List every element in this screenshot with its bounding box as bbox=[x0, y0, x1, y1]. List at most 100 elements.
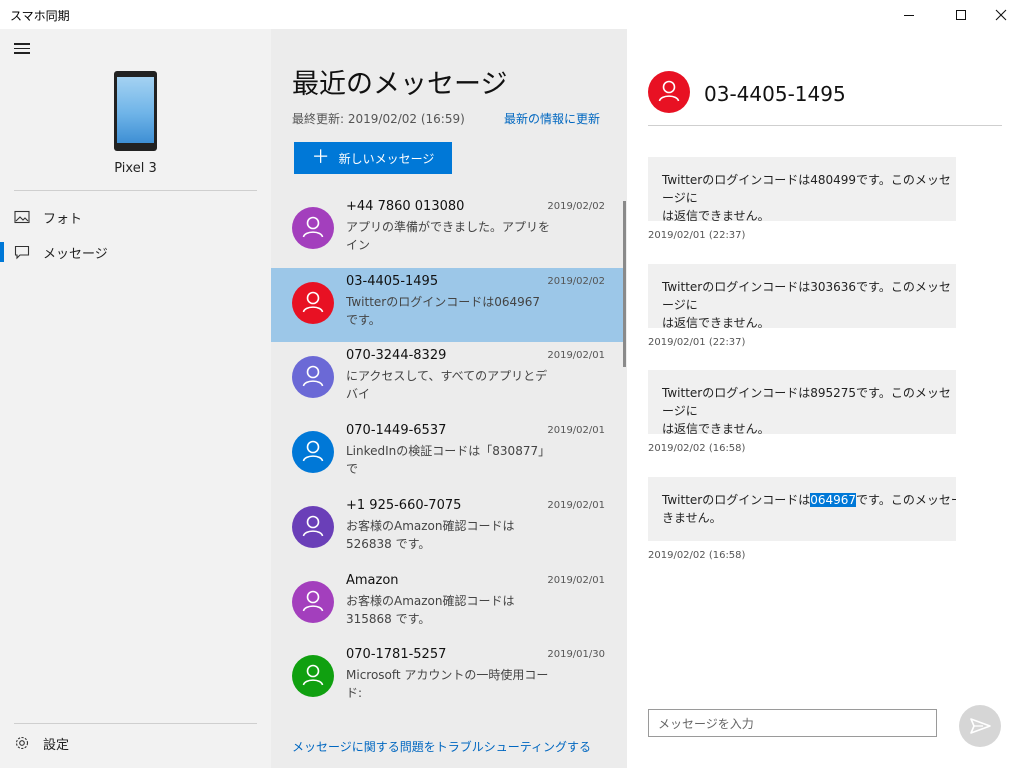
message-timestamp: 2019/02/02 (16:58) bbox=[648, 550, 746, 561]
message-bubble[interactable]: Twitterのログインコードは895275です。このメッセージに は返信できま… bbox=[648, 370, 956, 434]
message-text: Twitterのログインコードは895275です。このメッセージに bbox=[662, 386, 951, 418]
maximize-icon bbox=[956, 9, 966, 20]
settings-label: 設定 bbox=[43, 738, 70, 753]
scrollbar[interactable] bbox=[623, 201, 626, 367]
conversation-item[interactable]: +1 925-660-7075 2019/02/01 お客様のAmazon確認コード… bbox=[271, 492, 623, 566]
conversation-date: 2019/01/30 bbox=[547, 649, 605, 661]
message-text: Twitterのログインコードは480499です。このメッセージに bbox=[662, 173, 951, 205]
sidebar-bottom-divider bbox=[14, 723, 257, 724]
conversation-preview: お客様のAmazon確認コードは 315868 です。 bbox=[346, 593, 515, 626]
plus-icon: ＋ bbox=[311, 147, 330, 168]
conversation-item[interactable]: 070-1781-5257 2019/01/30 Microsoft アカウントの一… bbox=[271, 641, 623, 715]
send-button[interactable] bbox=[959, 705, 1001, 747]
minimize-icon bbox=[904, 14, 914, 16]
person-icon bbox=[658, 80, 680, 102]
selection-indicator bbox=[0, 242, 4, 262]
conversation-date: 2019/02/02 bbox=[547, 201, 605, 212]
contact-avatar bbox=[648, 71, 690, 113]
conversation-preview: アプリの準備ができました。アプリをイン ストールし、サインインしてスマートフォン… bbox=[346, 220, 551, 252]
person-icon bbox=[302, 291, 324, 313]
conversation-item[interactable]: 03-4405-1495 2019/02/02 Twitterのログインコードは06… bbox=[271, 267, 623, 342]
troubleshoot-link[interactable]: メッセージに関する問題をトラブルシューティングする bbox=[292, 738, 591, 755]
new-message-label: 新しいメッセージ bbox=[338, 151, 435, 166]
conversation-name: Amazon bbox=[346, 572, 399, 588]
message-text-part: です。このメッセージには返 bbox=[856, 493, 956, 507]
person-icon bbox=[302, 515, 324, 537]
avatar bbox=[292, 655, 334, 698]
sidebar: Pixel 3 フォト メッセージ 設定 bbox=[0, 29, 271, 768]
send-icon bbox=[970, 718, 991, 734]
conversation-item[interactable]: 070-1449-6537 2019/02/01 LinkedInの検証コードは「8… bbox=[271, 417, 623, 491]
message-bubble[interactable]: Twitterのログインコードは303636です。このメッセージに は返信できま… bbox=[648, 264, 956, 328]
avatar bbox=[292, 356, 334, 399]
messages-list-pane: 最近のメッセージ 最終更新: 2019/02/02 (16:59) 最新の情報に… bbox=[271, 29, 627, 768]
conversation-preview: LinkedInの検証コードは「830877」で す。 bbox=[346, 444, 551, 477]
avatar bbox=[292, 505, 334, 548]
person-icon bbox=[302, 440, 324, 462]
sidebar-divider bbox=[14, 190, 257, 191]
close-icon bbox=[995, 9, 1007, 20]
sidebar-item-label: メッセージ bbox=[43, 247, 108, 262]
conversation-preview: にアクセスして、すべてのアプリとデバイ ス (Xbox や携帯電話など) を 2… bbox=[346, 369, 548, 402]
page-title: 最近のメッセージ bbox=[292, 69, 508, 100]
conversation-date: 2019/02/01 bbox=[547, 350, 605, 362]
new-message-button[interactable]: ＋ 新しいメッセージ bbox=[294, 142, 452, 174]
title-bar: スマホ同期 bbox=[0, 0, 1024, 29]
message-timestamp: 2019/02/02 (16:58) bbox=[648, 443, 746, 454]
message-timestamp: 2019/02/01 (22:37) bbox=[648, 230, 746, 241]
message-input[interactable]: メッセージを入力 bbox=[648, 709, 937, 737]
conversation-name: +1 925-660-7075 bbox=[346, 497, 462, 513]
window-title: スマホ同期 bbox=[10, 9, 70, 23]
conversation-preview: Twitterのログインコードは064967です。 このメッセージには返信できま… bbox=[346, 294, 541, 327]
conversation-item[interactable]: 070-3244-8329 2019/02/01 にアクセスして、すべてのアプリと… bbox=[271, 342, 623, 416]
header-divider bbox=[648, 125, 1002, 126]
message-bubble[interactable]: Twitterのログインコードは064967です。このメッセージには返 きません… bbox=[648, 477, 956, 541]
message-text: は返信できません。 bbox=[662, 316, 770, 328]
message-text: Twitterのログインコードは064967です。このメッセージには返 bbox=[662, 491, 956, 509]
message-timestamp: 2019/02/01 (22:37) bbox=[648, 337, 746, 348]
last-updated-text: 最終更新: 2019/02/02 (16:59) bbox=[292, 112, 465, 126]
sidebar-item-settings[interactable]: 設定 bbox=[0, 725, 271, 761]
conversation-date: 2019/02/01 bbox=[547, 574, 605, 586]
person-icon bbox=[302, 590, 324, 611]
conversation-name: 070-1449-6537 bbox=[346, 423, 447, 439]
message-text: きません。 bbox=[662, 511, 722, 525]
person-icon bbox=[302, 216, 324, 238]
conversation-name: +44 7860 013080 bbox=[346, 199, 465, 214]
conversation-item[interactable]: +44 7860 013080 2019/02/02 アプリの準備ができました。アプ… bbox=[271, 193, 623, 267]
conversation-preview: お客様のAmazon確認コードは 526838 です。 bbox=[346, 518, 515, 551]
minimize-button[interactable] bbox=[886, 0, 932, 29]
person-icon bbox=[302, 664, 324, 686]
selected-text: 064967 bbox=[810, 493, 857, 507]
phone-image bbox=[114, 71, 157, 151]
refresh-link[interactable]: 最新の情報に更新 bbox=[504, 110, 600, 127]
message-text: Twitterのログインコードは303636です。このメッセージに bbox=[662, 280, 951, 312]
conversation-name: 070-1781-5257 bbox=[346, 647, 447, 663]
message-text: は返信できません。 bbox=[662, 209, 770, 221]
hamburger-menu-icon[interactable] bbox=[14, 43, 30, 55]
person-icon bbox=[302, 366, 324, 387]
avatar bbox=[292, 281, 334, 324]
conversation-date: 2019/02/01 bbox=[547, 499, 605, 511]
conversation-name: 070-3244-8329 bbox=[346, 348, 447, 364]
message-text-part: Twitterのログインコードは bbox=[662, 493, 811, 507]
conversation-item[interactable]: Amazon 2019/02/01 お客様のAmazon確認コードは 315868 … bbox=[271, 567, 623, 641]
message-icon bbox=[14, 244, 30, 260]
message-text: は返信できません。 bbox=[662, 422, 770, 434]
device-name: Pixel 3 bbox=[114, 161, 157, 176]
conversation-date: 2019/02/01 bbox=[547, 425, 605, 437]
conversation-preview: Microsoft アカウントの一時使用コード: 6899263 bbox=[346, 668, 549, 701]
sidebar-item-photos[interactable]: フォト bbox=[0, 199, 271, 235]
conversation-date: 2019/02/02 bbox=[547, 275, 605, 287]
avatar bbox=[292, 431, 334, 474]
gear-icon bbox=[14, 735, 30, 751]
close-button[interactable] bbox=[978, 0, 1024, 29]
message-bubble[interactable]: Twitterのログインコードは480499です。このメッセージに は返信できま… bbox=[648, 157, 956, 221]
conversation-name: 03-4405-1495 bbox=[346, 273, 439, 289]
conversation-pane: 03-4405-1495 Twitterのログインコードは480499です。この… bbox=[627, 29, 1024, 768]
avatar bbox=[292, 207, 334, 249]
sidebar-item-messages[interactable]: メッセージ bbox=[0, 234, 271, 270]
contact-name: 03-4405-1495 bbox=[704, 82, 846, 106]
photo-icon bbox=[14, 209, 30, 225]
sidebar-item-label: フォト bbox=[43, 212, 83, 227]
